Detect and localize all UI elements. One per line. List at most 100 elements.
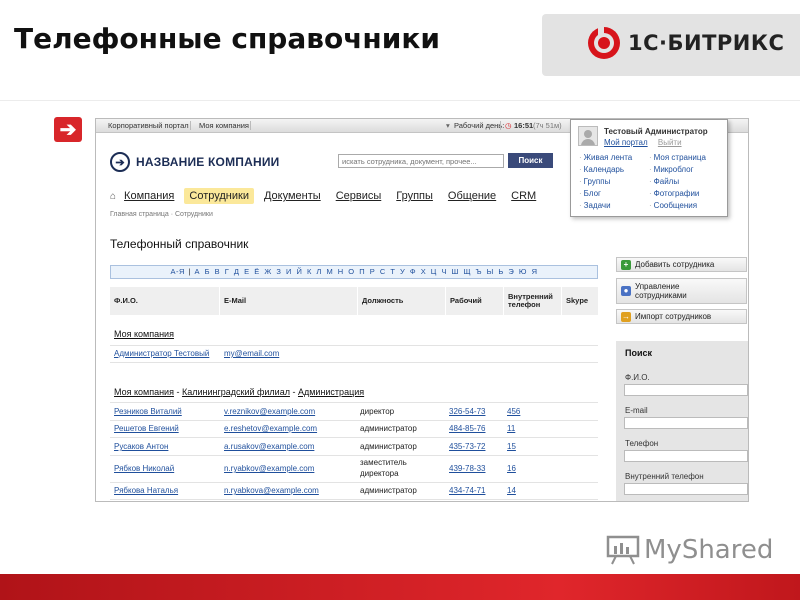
letter-link[interactable]: Щ xyxy=(464,267,472,276)
letter-link[interactable]: У xyxy=(400,267,405,276)
letter-link[interactable]: Ч xyxy=(441,267,447,276)
internal-phone-link[interactable]: 14 xyxy=(507,486,516,496)
column-header-skype[interactable]: Skype xyxy=(562,287,598,315)
menu-item-microblog[interactable]: Микроблог xyxy=(654,165,694,174)
employee-email-link[interactable]: e.reshetov@example.com xyxy=(224,424,317,434)
employee-name-link[interactable]: Решетов Евгений xyxy=(114,424,179,434)
search-button[interactable]: Поиск xyxy=(508,153,553,168)
import-employees-button[interactable]: → Импорт сотрудников xyxy=(616,309,747,324)
letter-link[interactable]: Г xyxy=(225,267,230,276)
topbar-portal-link[interactable]: Корпоративный портал xyxy=(108,121,189,130)
letter-link[interactable]: С xyxy=(380,267,386,276)
tab-company[interactable]: Компания xyxy=(124,190,174,202)
internal-phone-link[interactable]: 456 xyxy=(507,407,520,417)
tab-services[interactable]: Сервисы xyxy=(336,190,382,202)
add-employee-button[interactable]: + Добавить сотрудника xyxy=(616,257,747,272)
column-header-work-phone[interactable]: Рабочий xyxy=(446,287,504,315)
letter-link[interactable]: Б xyxy=(205,267,210,276)
menu-item-photos[interactable]: Фотографии xyxy=(654,189,700,198)
employee-email-link[interactable]: my@email.com xyxy=(224,349,279,359)
letter-link[interactable]: И xyxy=(286,267,292,276)
letter-link[interactable]: В xyxy=(215,267,221,276)
topbar-company-link[interactable]: Моя компания xyxy=(199,121,249,130)
letter-link[interactable]: Ш xyxy=(452,267,459,276)
menu-item-blog[interactable]: Блог xyxy=(584,189,601,198)
employee-email-link[interactable]: v.reznikov@example.com xyxy=(224,407,315,417)
department-link[interactable]: Калининградский филиал xyxy=(182,387,290,397)
letter-link[interactable]: К xyxy=(307,267,312,276)
letter-link[interactable]: Е xyxy=(244,267,250,276)
work-phone-link[interactable]: 435-73-72 xyxy=(449,442,485,452)
name-field[interactable] xyxy=(624,384,748,396)
letter-link[interactable]: Л xyxy=(316,267,321,276)
home-icon[interactable]: ⌂ xyxy=(110,191,116,202)
menu-item-messages[interactable]: Сообщения xyxy=(654,201,697,210)
letter-link[interactable]: Ж xyxy=(264,267,271,276)
menu-item-feed[interactable]: Живая лента xyxy=(584,153,633,162)
employee-name-link[interactable]: Рябкова Наталья xyxy=(114,486,178,496)
menu-item-groups[interactable]: Группы xyxy=(584,177,611,186)
work-phone-link[interactable]: 439-78-33 xyxy=(449,464,485,474)
letter-link[interactable]: Р xyxy=(370,267,376,276)
employee-name-link[interactable]: Русаков Антон xyxy=(114,442,168,452)
work-phone-link[interactable]: 434-74-71 xyxy=(449,486,485,496)
letter-link[interactable]: Э xyxy=(508,267,514,276)
letter-link[interactable]: О xyxy=(348,267,354,276)
letter-link[interactable]: Ф xyxy=(410,267,416,276)
letter-link[interactable]: А-Я xyxy=(170,267,184,276)
company-logo[interactable]: ➔ НАЗВАНИЕ КОМПАНИИ xyxy=(110,152,279,172)
work-phone-link[interactable]: 326-54-73 xyxy=(449,407,485,417)
letter-link[interactable]: Ц xyxy=(431,267,437,276)
tab-documents[interactable]: Документы xyxy=(264,190,321,202)
letter-link[interactable]: Й xyxy=(296,267,302,276)
employee-name-link[interactable]: Резников Виталий xyxy=(114,407,182,417)
chevron-down-icon[interactable]: ▾ xyxy=(446,121,450,130)
letter-link[interactable]: П xyxy=(359,267,365,276)
tab-crm[interactable]: CRM xyxy=(511,190,536,202)
letter-link[interactable]: А xyxy=(195,267,201,276)
tab-employees[interactable]: Сотрудники xyxy=(184,188,254,204)
email-field[interactable] xyxy=(624,417,748,429)
breadcrumb[interactable]: Главная страница · Сотрудники xyxy=(110,211,213,218)
column-header-email[interactable]: E-Mail xyxy=(220,287,358,315)
letter-link[interactable]: М xyxy=(326,267,333,276)
work-phone-link[interactable]: 484-85-76 xyxy=(449,424,485,434)
internal-phone-field[interactable] xyxy=(624,483,748,495)
letter-link[interactable]: Я xyxy=(532,267,538,276)
letter-link[interactable]: Ы xyxy=(487,267,494,276)
employee-email-link[interactable]: n.ryabkov@example.com xyxy=(224,464,314,474)
my-portal-link[interactable]: Мой портал xyxy=(604,138,648,147)
internal-phone-link[interactable]: 15 xyxy=(507,442,516,452)
letter-link[interactable]: Ь xyxy=(498,267,503,276)
logout-link[interactable]: Выйти xyxy=(658,138,682,147)
avatar[interactable] xyxy=(578,126,598,146)
department-link[interactable]: Администрация xyxy=(298,387,364,397)
letter-link[interactable]: Ъ xyxy=(476,267,482,276)
internal-phone-link[interactable]: 16 xyxy=(507,464,516,474)
menu-item-calendar[interactable]: Календарь xyxy=(584,165,624,174)
employee-name-link[interactable]: Администратор Тестовый xyxy=(114,349,209,359)
menu-item-my-page[interactable]: Моя страница xyxy=(654,153,706,162)
department-link[interactable]: Моя компания xyxy=(114,329,174,339)
tab-communication[interactable]: Общение xyxy=(448,190,496,202)
column-header-position[interactable]: Должность xyxy=(358,287,446,315)
letter-link[interactable]: Х xyxy=(421,267,427,276)
topbar-workday-label[interactable]: Рабочий день: xyxy=(454,121,504,130)
letter-link[interactable]: З xyxy=(276,267,281,276)
letter-link[interactable]: Д xyxy=(234,267,240,276)
internal-phone-link[interactable]: 11 xyxy=(507,424,515,434)
employee-email-link[interactable]: a.rusakov@example.com xyxy=(224,442,314,452)
menu-item-files[interactable]: Файлы xyxy=(654,177,679,186)
employee-name-link[interactable]: Рябков Николай xyxy=(114,464,174,474)
search-input[interactable] xyxy=(338,154,504,168)
letter-link[interactable]: Н xyxy=(338,267,344,276)
column-header-internal-phone[interactable]: Внутренний телефон xyxy=(504,287,562,315)
manage-employees-button[interactable]: ● Управление сотрудниками xyxy=(616,278,747,304)
letter-link[interactable]: Т xyxy=(390,267,395,276)
letter-link[interactable]: Ё xyxy=(254,267,260,276)
letter-link[interactable]: Ю xyxy=(519,267,527,276)
menu-item-tasks[interactable]: Задачи xyxy=(584,201,611,210)
department-link[interactable]: Моя компания xyxy=(114,387,174,397)
phone-field[interactable] xyxy=(624,450,748,462)
column-header-name[interactable]: Ф.И.О. xyxy=(110,287,220,315)
